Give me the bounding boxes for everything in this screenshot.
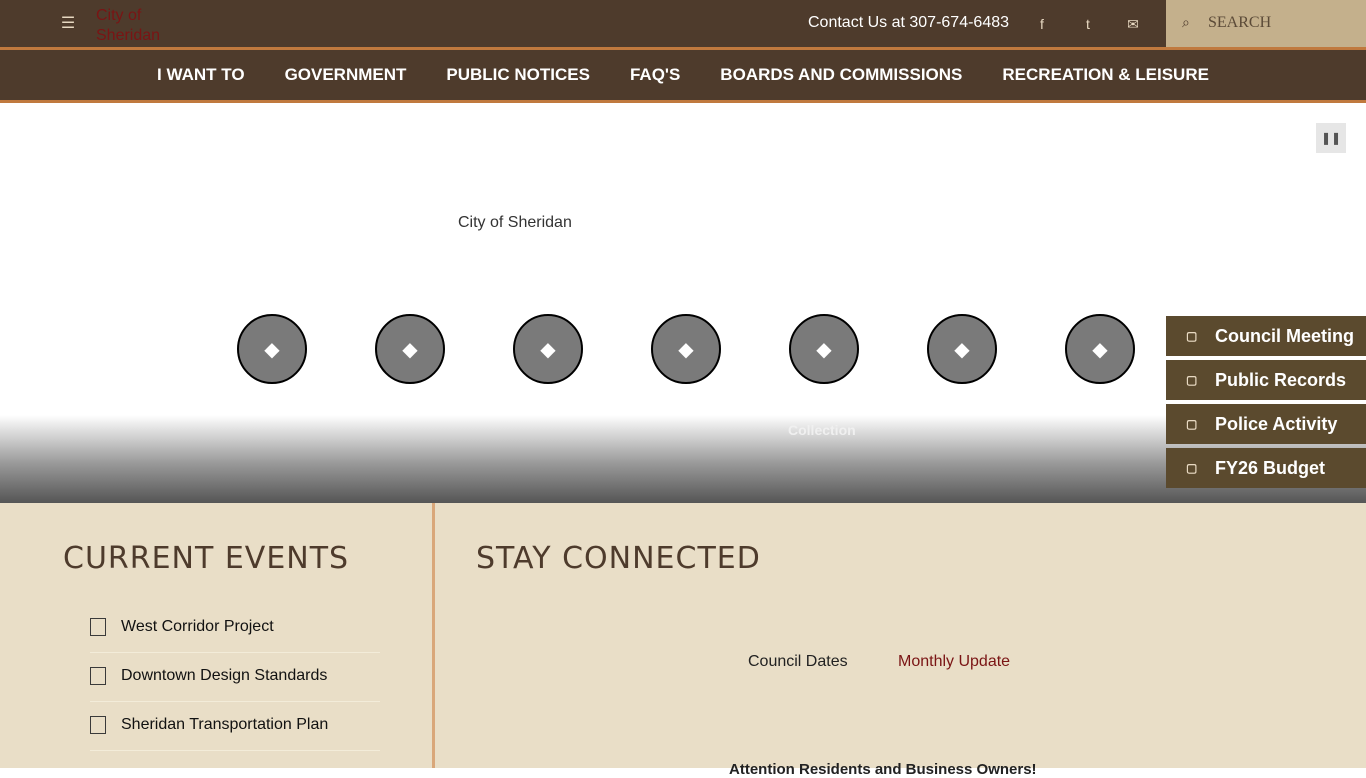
nav-i-want-to[interactable]: I WANT TO xyxy=(137,65,265,85)
event-label: West Corridor Project xyxy=(121,618,274,635)
current-events-title: CURRENT EVENTS xyxy=(63,541,350,576)
content-area: CURRENT EVENTS West Corridor Project Dow… xyxy=(0,503,1366,778)
hero-logo: City of Sheridan xyxy=(458,214,572,231)
checkbox-icon xyxy=(90,716,106,734)
quick-link-label: Council Meeting xyxy=(1215,325,1354,346)
nav-government[interactable]: GOVERNMENT xyxy=(265,65,427,85)
facebook-icon[interactable]: f xyxy=(1034,14,1050,34)
nav-recreation-leisure[interactable]: RECREATION & LEISURE xyxy=(982,65,1229,85)
nav-public-notices[interactable]: PUBLIC NOTICES xyxy=(426,65,610,85)
circle-link-5[interactable]: ◆ xyxy=(789,314,859,384)
quick-link-fy26-budget[interactable]: ▢ FY26 Budget xyxy=(1166,448,1366,488)
checkbox-icon xyxy=(90,618,106,636)
quick-link-council-meeting[interactable]: ▢ Council Meeting xyxy=(1166,316,1366,356)
quick-link-label: Public Records xyxy=(1215,369,1347,390)
top-bar: ☰ City of Sheridan Contact Us at 307-674… xyxy=(0,0,1366,50)
circle-link-6[interactable]: ◆ xyxy=(927,314,997,384)
site-logo[interactable]: City of Sheridan xyxy=(96,6,196,44)
event-label: Downtown Design Standards xyxy=(121,667,328,684)
monthly-update-link[interactable]: Monthly Update xyxy=(898,653,1010,671)
menu-icon[interactable]: ☰ xyxy=(58,12,78,34)
circle-label-collection: Collection xyxy=(788,422,856,438)
circle-link-1[interactable]: ◆ xyxy=(237,314,307,384)
folder-icon: ▢ xyxy=(1186,373,1198,387)
circle-link-2[interactable]: ◆ xyxy=(375,314,445,384)
checkbox-icon xyxy=(90,667,106,685)
quick-link-label: Police Activity xyxy=(1215,413,1338,434)
search-box: ⌕ xyxy=(1166,0,1366,47)
pause-icon[interactable]: ❚❚ xyxy=(1316,123,1346,153)
email-icon[interactable]: ✉ xyxy=(1125,14,1141,34)
event-item[interactable]: Downtown Design Standards xyxy=(90,653,380,702)
event-item[interactable]: Sheridan Transportation Plan xyxy=(90,702,380,751)
circle-link-7[interactable]: ◆ xyxy=(1065,314,1135,384)
contact-phone[interactable]: Contact Us at 307-674-6483 xyxy=(808,14,1009,32)
event-label: Sheridan Transportation Plan xyxy=(121,716,329,733)
main-navigation: I WANT TO GOVERNMENT PUBLIC NOTICES FAQ'… xyxy=(0,50,1366,103)
council-dates-link[interactable]: Council Dates xyxy=(748,653,848,671)
document-icon: ▢ xyxy=(1186,329,1198,343)
stay-connected-title: STAY CONNECTED xyxy=(476,541,761,576)
quick-link-police-activity[interactable]: ▢ Police Activity xyxy=(1166,404,1366,444)
nav-faqs[interactable]: FAQ'S xyxy=(610,65,700,85)
column-divider xyxy=(432,503,435,768)
attention-notice: Attention Residents and Business Owners! xyxy=(729,761,1037,778)
circle-link-4[interactable]: ◆ xyxy=(651,314,721,384)
twitter-icon[interactable]: t xyxy=(1080,14,1096,34)
badge-icon: ▢ xyxy=(1186,417,1198,431)
nav-boards-and-commissions[interactable]: BOARDS AND COMMISSIONS xyxy=(700,65,982,85)
event-item[interactable]: West Corridor Project xyxy=(90,604,380,653)
circle-link-3[interactable]: ◆ xyxy=(513,314,583,384)
quick-link-public-records[interactable]: ▢ Public Records xyxy=(1166,360,1366,400)
search-icon[interactable]: ⌕ xyxy=(1182,14,1196,32)
search-input[interactable] xyxy=(1208,12,1353,34)
money-icon: ▢ xyxy=(1186,461,1198,475)
quick-link-label: FY26 Budget xyxy=(1215,457,1326,478)
hero-banner: ❚❚ City of Sheridan ◆ ◆ ◆ ◆ ◆ ◆ ◆ Collec… xyxy=(0,103,1366,503)
